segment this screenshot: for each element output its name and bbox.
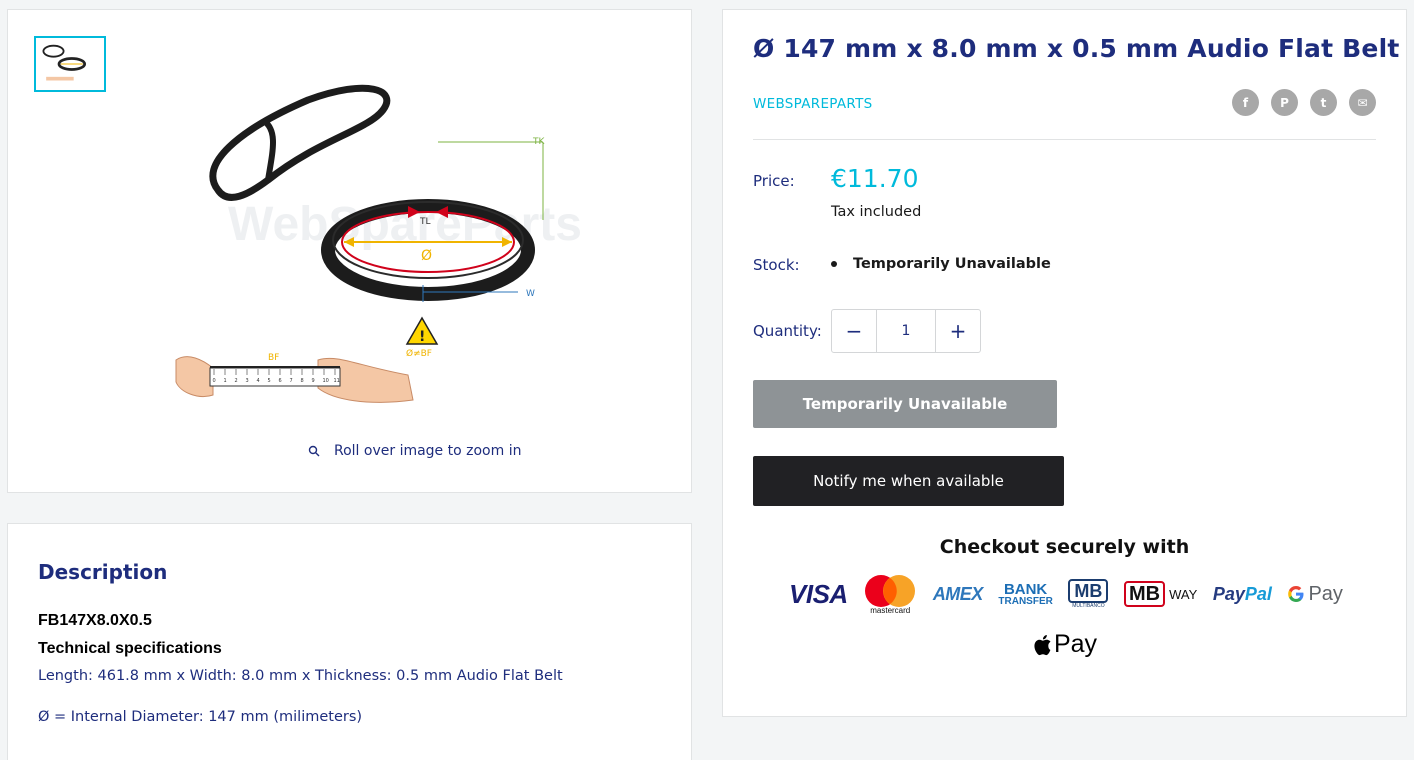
decrease-quantity-button[interactable]: − — [832, 310, 876, 352]
multibanco-logo: MB MULTIBANCO — [1068, 572, 1109, 616]
quantity-stepper: − 1 + — [831, 309, 981, 353]
apple-pay-logo: Pay — [723, 630, 1406, 659]
mastercard-logo: mastercard — [863, 572, 917, 616]
twitter-icon[interactable]: t — [1310, 89, 1337, 116]
checkout-title: Checkout securely with — [939, 536, 1190, 558]
payment-methods: VISA mastercard AMEX BANK TRANSFER MB MU… — [789, 572, 1343, 616]
google-pay-logo: Pay — [1287, 572, 1343, 616]
vendor-link[interactable]: WEBSPAREPARTS — [753, 96, 873, 112]
ruler-tick-label: 5 — [268, 378, 271, 384]
multibanco-sub-text: MULTIBANCO — [1072, 603, 1105, 609]
multibanco-mb-text: MB — [1068, 579, 1109, 603]
unavailable-button[interactable]: Temporarily Unavailable — [753, 380, 1057, 428]
stock-label: Stock: — [753, 256, 800, 274]
mbway-logo: MB WAY — [1123, 572, 1198, 616]
diameter-label: Ø — [421, 248, 432, 264]
paypal-pay-text: Pay — [1212, 583, 1245, 604]
spec-diameter: Ø = Internal Diameter: 147 mm (milimeter… — [38, 709, 363, 725]
mastercard-icon — [865, 574, 916, 607]
description-title: Description — [38, 560, 168, 584]
tax-note: Tax included — [831, 204, 922, 220]
magnifier-icon — [308, 445, 320, 457]
bank-text: BANK — [1003, 580, 1048, 598]
apple-pay-text: Pay — [1053, 630, 1098, 658]
belt-thumbnail-icon — [42, 44, 87, 81]
svg-text:!: ! — [419, 329, 425, 345]
increase-quantity-button[interactable]: + — [936, 310, 980, 352]
ruler-tick-label: 3 — [246, 378, 249, 384]
facebook-icon[interactable]: f — [1232, 89, 1259, 116]
quantity-label: Quantity: — [753, 322, 822, 340]
warning-label: Ø≠BF — [406, 348, 432, 359]
quantity-input[interactable]: 1 — [876, 310, 936, 352]
stock-status: Temporarily Unavailable — [831, 256, 1051, 272]
tech-spec-heading: Technical specifications — [38, 640, 222, 657]
product-title: Ø 147 mm x 8.0 mm x 0.5 mm Audio Flat Be… — [753, 34, 1400, 63]
amex-logo: AMEX — [932, 583, 984, 604]
ruler-tick-label: 7 — [290, 378, 293, 384]
price-label: Price: — [753, 172, 795, 190]
divider — [753, 139, 1376, 140]
spec-dimensions: Length: 461.8 mm x Width: 8.0 mm x Thick… — [38, 668, 563, 684]
mbway-way-text: WAY — [1169, 586, 1198, 602]
zoom-hint: Roll over image to zoom in — [308, 443, 521, 459]
paypal-pal-text: Pal — [1244, 583, 1272, 604]
stock-status-text: Temporarily Unavailable — [853, 256, 1051, 272]
pinterest-icon[interactable]: P — [1271, 89, 1298, 116]
visa-logo: VISA — [789, 578, 848, 609]
ruler-tick-label: 11 — [334, 378, 340, 384]
ruler-tick-label: 4 — [257, 378, 260, 384]
apple-icon — [1034, 634, 1051, 655]
google-g-icon — [1288, 586, 1304, 602]
belt-diagram-image[interactable]: WebSpareParts Ø TL TK W ! Ø≠BF BF 012345… — [158, 70, 618, 410]
ruler-tick-label: 1 — [224, 378, 227, 384]
product-info-card: Ø 147 mm x 8.0 mm x 0.5 mm Audio Flat Be… — [722, 9, 1407, 717]
google-pay-text: Pay — [1308, 582, 1343, 605]
paypal-logo: Pay Pal — [1213, 572, 1272, 616]
product-sku: FB147X8.0X0.5 — [38, 612, 152, 629]
ruler-tick-label: 0 — [213, 378, 216, 384]
status-dot-icon — [831, 261, 837, 267]
share-buttons: f P t ✉ — [1232, 89, 1376, 116]
bank-transfer-logo: BANK TRANSFER — [998, 572, 1052, 616]
ruler-tick-label: 6 — [279, 378, 282, 384]
description-card: Description FB147X8.0X0.5 Technical spec… — [7, 523, 692, 760]
mbway-mb-text: MB — [1123, 581, 1166, 607]
bf-label: BF — [268, 353, 279, 363]
notify-me-button[interactable]: Notify me when available — [753, 456, 1064, 506]
email-icon[interactable]: ✉ — [1349, 89, 1376, 116]
ruler-tick-label: 10 — [323, 378, 329, 384]
transfer-text: TRANSFER — [998, 595, 1053, 607]
mastercard-text: mastercard — [870, 605, 911, 615]
tl-label: TL — [419, 217, 431, 227]
price-value: €11.70 — [831, 164, 919, 193]
product-gallery: WebSpareParts Ø TL TK W ! Ø≠BF BF 012345… — [7, 9, 692, 493]
zoom-hint-text: Roll over image to zoom in — [334, 443, 522, 459]
w-label: W — [526, 289, 535, 299]
thumbnail-image[interactable] — [34, 36, 106, 92]
ruler-tick-label: 9 — [312, 378, 315, 384]
ruler-tick-label: 8 — [301, 378, 304, 384]
tk-label: TK — [532, 137, 545, 147]
ruler-tick-label: 2 — [235, 378, 238, 384]
